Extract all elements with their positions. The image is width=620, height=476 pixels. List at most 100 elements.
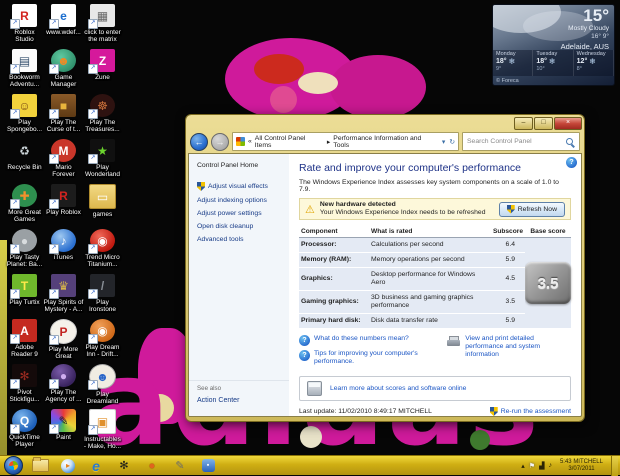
- desktop-icon-dreamland[interactable]: ☻ ↗ Play Dreamland: [83, 364, 122, 409]
- tray-expand-icon[interactable]: ▴: [521, 462, 525, 470]
- search-input[interactable]: Search Control Panel: [462, 132, 580, 151]
- sidebar-item-control-panel-home[interactable]: Control Panel Home: [197, 162, 289, 169]
- sidebar-item-indexing[interactable]: Adjust indexing options: [197, 197, 289, 204]
- desktop-icon-curse[interactable]: ■ ↗ Play The Curse of t...: [44, 94, 83, 139]
- address-bar[interactable]: « All Control Panel Items ▸ Performance …: [232, 132, 459, 151]
- desktop-icon-popcap-games[interactable]: P↗Play More Great Games!: [44, 319, 83, 364]
- app-icon: ☻ ↗: [49, 49, 76, 74]
- desktop-icon-matrix[interactable]: ▦ ↗ click to enter the matrix: [83, 4, 122, 49]
- back-button[interactable]: ←: [190, 132, 208, 151]
- shortcut-arrow-icon: ↗: [88, 19, 98, 29]
- desktop-icon-mario-forever[interactable]: M ↗ Mario Forever: [44, 139, 83, 184]
- taskbar-media-player[interactable]: ▸: [59, 457, 77, 475]
- title-bar[interactable]: – □ ×: [188, 117, 582, 130]
- desktop-icon-spirits-of-mystery[interactable]: ♛ ↗ Play Spirits of Mystery - A...: [44, 274, 83, 319]
- desktop-icon-games-folder[interactable]: ▭↗games: [83, 184, 122, 229]
- wallpaper-splatter: [298, 72, 338, 94]
- desktop-icon-website[interactable]: e ↗ www.wdef...: [44, 4, 83, 49]
- minimize-button[interactable]: –: [514, 117, 533, 130]
- weather-credit: © Foreca: [496, 78, 519, 84]
- uac-shield-icon: [197, 182, 205, 191]
- intro-text: The Windows Experience Index assesses ke…: [299, 179, 559, 193]
- messenger-icon: ▪: [201, 459, 215, 472]
- maximize-button[interactable]: □: [534, 117, 553, 130]
- app-icon: ▦ ↗: [88, 4, 115, 29]
- search-icon[interactable]: [566, 138, 573, 145]
- link-what-numbers-mean[interactable]: ? What do these numbers mean?: [299, 335, 441, 346]
- wei-subscore: 4.5: [485, 268, 525, 291]
- shortcut-arrow-icon: ↗: [88, 289, 98, 299]
- desktop-icon-dream-inn[interactable]: ◉ ↗ Play Dream Inn - Drift...: [83, 319, 122, 364]
- app-icon: ◉ ↗: [88, 229, 115, 254]
- shortcut-arrow-icon: ↗: [49, 424, 59, 434]
- desktop-icon-adobe-reader[interactable]: A ↗ Adobe Reader 9: [5, 319, 44, 364]
- shortcut-arrow-icon: ↗: [88, 154, 98, 164]
- sidebar-item-advanced-tools[interactable]: Advanced tools: [197, 236, 289, 243]
- media-player-icon: ▸: [61, 458, 75, 473]
- shortcut-arrow-icon: ↗: [49, 19, 59, 29]
- sidebar-item-visual-effects[interactable]: Adjust visual effects: [197, 182, 289, 191]
- taskbar-tool[interactable]: ✎: [171, 457, 189, 475]
- breadcrumb-all-control-panel[interactable]: All Control Panel Items: [255, 135, 324, 149]
- app-icon: ▤ ↗: [10, 49, 37, 74]
- desktop-icon-agency[interactable]: ● ↗ Play The Agency of ...: [44, 364, 83, 409]
- action-center-flag-icon[interactable]: ⚑: [529, 462, 535, 470]
- taskbar-internet-explorer[interactable]: e: [87, 457, 105, 475]
- desktop-icon-tasty-planet[interactable]: ● ↗ Play Tasty Planet: Ba...: [5, 229, 44, 274]
- wei-component: Graphics:: [299, 268, 369, 291]
- desktop-icon-wonderland[interactable]: ★ ↗ Play Wonderland: [83, 139, 122, 184]
- pencil-icon: ✎: [175, 460, 185, 472]
- desktop-icon-treasures[interactable]: ☸ ↗ Play The Treasures...: [83, 94, 122, 139]
- desktop-icon-pivot[interactable]: ✻ ↗ Pivot Stickfigu...: [5, 364, 44, 409]
- taskbar-clock[interactable]: 5:43 MITCHELL 3/07/2011: [560, 459, 603, 473]
- base-score-badge: 3.5: [525, 262, 571, 304]
- close-button[interactable]: ×: [554, 117, 582, 130]
- refresh-now-button[interactable]: Refresh Now: [498, 201, 565, 217]
- help-icon[interactable]: ?: [566, 157, 577, 168]
- desktop-icon-turtix[interactable]: T ↗ Play Turtix: [5, 274, 44, 319]
- desktop-icon-itunes[interactable]: ♪ ↗ iTunes: [44, 229, 83, 274]
- wei-subscore: 5.9: [485, 314, 525, 329]
- desktop-icon-bookworm[interactable]: ▤ ↗ Bookworm Adventu...: [5, 49, 44, 94]
- star-icon: ★ ↗: [88, 139, 115, 164]
- stick-figure-icon: ✻: [119, 460, 129, 472]
- rerun-assessment-link[interactable]: Re-run the assessment: [489, 407, 571, 416]
- breadcrumb-performance[interactable]: Performance Information and Tools: [333, 135, 439, 149]
- weather-gadget[interactable]: 15° Mostly Cloudy 16° 9° Adelaide, AUS M…: [492, 4, 615, 86]
- desktop-icon-trend-micro[interactable]: ◉ ↗ Trend Micro Titanium...: [83, 229, 122, 274]
- desktop-icon-instructables[interactable]: ▣ ↗ Instructables - Make, Ho...: [83, 409, 122, 454]
- refresh-icon[interactable]: ↻: [449, 138, 455, 146]
- network-icon[interactable]: ▟: [539, 462, 544, 470]
- taskbar-messenger[interactable]: ▪: [199, 457, 217, 475]
- desktop-icon-spongebob[interactable]: ☺ ↗ Play Spongebo...: [5, 94, 44, 139]
- current-temp: 15°: [583, 6, 609, 25]
- desktop-icon-zune[interactable]: Z ↗ Zune: [83, 49, 122, 94]
- forward-button[interactable]: →: [211, 132, 229, 151]
- desktop-icon-recycle-bin[interactable]: ♻↗Recycle Bin: [5, 139, 44, 184]
- link-learn-more[interactable]: Learn more about scores and software onl…: [299, 376, 571, 401]
- taskbar-game[interactable]: ●: [143, 457, 161, 475]
- desktop-icon-play-roblox[interactable]: R ↗ Play Roblox: [44, 184, 83, 229]
- desktop-icon-paint[interactable]: ✎ ↗ Paint: [44, 409, 83, 454]
- shortcut-arrow-icon: ↗: [49, 379, 59, 389]
- sidebar-item-disk-cleanup[interactable]: Open disk cleanup: [197, 223, 289, 230]
- link-view-print[interactable]: View and print detailed performance and …: [447, 335, 571, 370]
- link-improve-tips[interactable]: ? Tips for improving your computer's per…: [299, 350, 441, 366]
- forecast-strip: Monday 18° ❄ 9° Tuesday 18° ❄ 10° Wednesda…: [493, 50, 614, 76]
- desktop-icon-more-great-games[interactable]: ✚ ↗ More Great Games: [5, 184, 44, 229]
- desktop-icon-ironstone[interactable]: / ↗ Play Ironstone: [83, 274, 122, 319]
- sidebar-item-action-center[interactable]: Action Center: [197, 397, 281, 404]
- chevron-down-icon[interactable]: ▾: [442, 138, 445, 146]
- volume-icon[interactable]: ♪: [548, 462, 552, 469]
- window-body: ? Control Panel Home Adjust visual effec…: [188, 153, 582, 417]
- sidebar-item-power[interactable]: Adjust power settings: [197, 210, 289, 217]
- desktop-icon-quicktime[interactable]: Q ↗ QuickTime Player: [5, 409, 44, 454]
- taskbar-explorer[interactable]: [31, 457, 49, 475]
- desktop-icon-game-manager[interactable]: ☻ ↗ Game Manager: [44, 49, 83, 94]
- start-button[interactable]: [4, 456, 23, 475]
- ship-wheel-icon: ☸ ↗: [88, 94, 115, 119]
- forecast-day: Monday 18° ❄ 9°: [493, 50, 534, 76]
- taskbar-pivot[interactable]: ✻: [115, 457, 133, 475]
- desktop-icon-roblox-studio[interactable]: R ↗ Roblox Studio: [5, 4, 44, 49]
- show-desktop-button[interactable]: [611, 455, 618, 476]
